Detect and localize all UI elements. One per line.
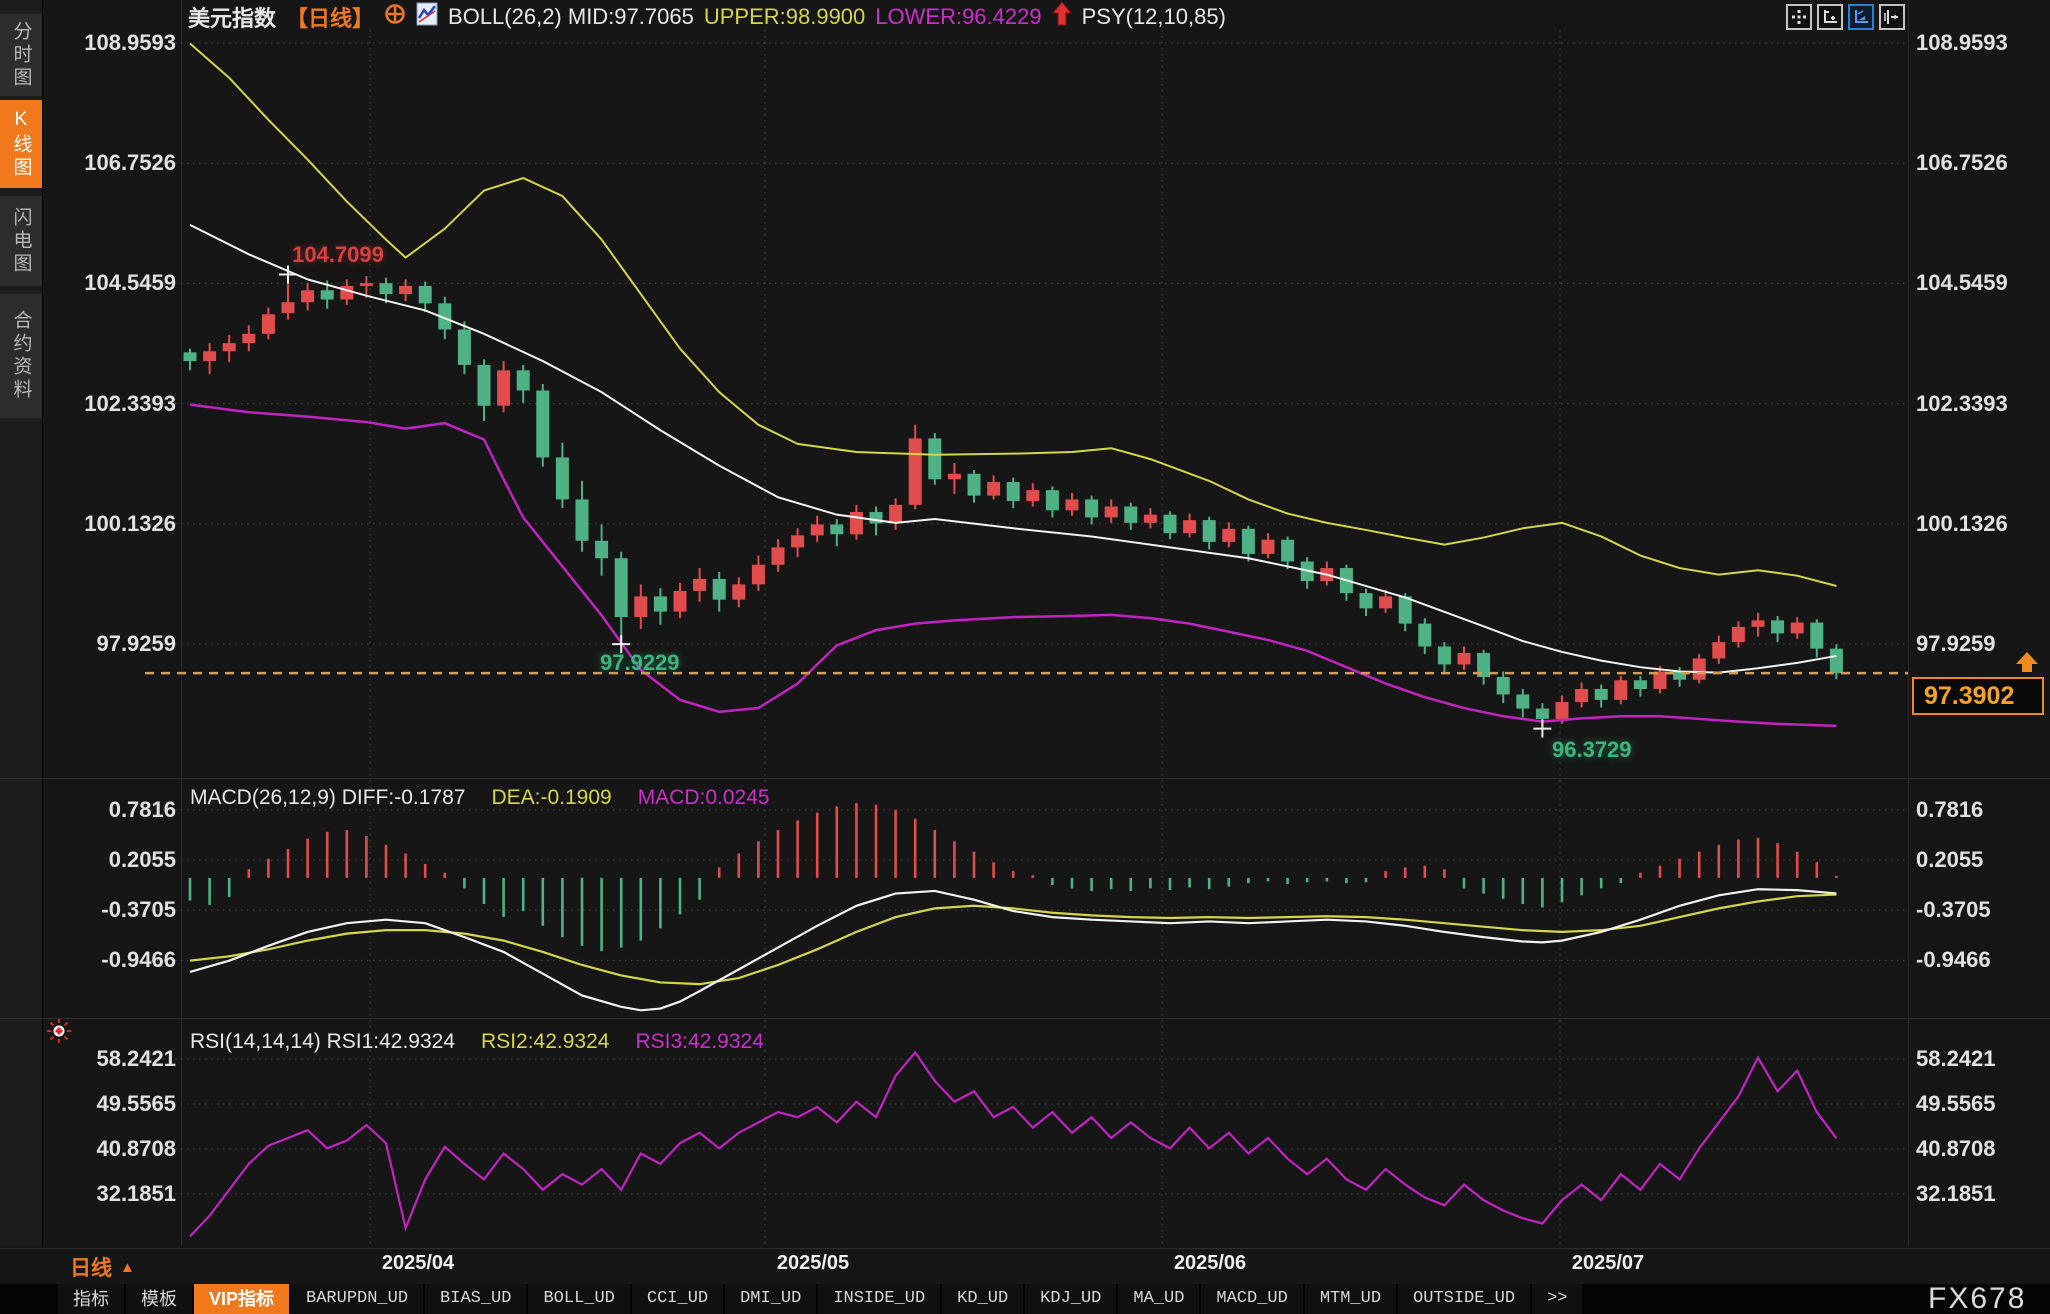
main-y-tick: 106.7526: [1916, 150, 2008, 176]
macd-dea-label: DEA:-0.1909: [491, 786, 612, 809]
macd-panel-header: MACD(26,12,9) DIFF:-0.1787 DEA:-0.1909 M…: [190, 786, 770, 810]
macd-y-tick: -0.9466: [101, 947, 176, 973]
main-y-tick: 106.7526: [84, 150, 176, 176]
low1-price-annotation: 97.9229: [600, 650, 680, 675]
axis-right-expand-button[interactable]: [1879, 4, 1905, 30]
main-y-tick: 100.1326: [84, 510, 176, 536]
price-up-arrow-icon: [2012, 650, 2042, 681]
rsi-y-tick: 58.2421: [96, 1045, 176, 1071]
tab-macd-ud[interactable]: MACD_UD: [1201, 1284, 1303, 1314]
psy-label: PSY(12,10,85): [1081, 4, 1226, 29]
tab-kd-ud[interactable]: KD_UD: [942, 1284, 1024, 1314]
tab-vip-indicators[interactable]: VIP指标: [194, 1284, 290, 1314]
x-axis-label: 2025/07: [1571, 1252, 1645, 1274]
tab-more[interactable]: >>: [1532, 1284, 1583, 1314]
brand-watermark: FX678: [1928, 1282, 2027, 1314]
trading-terminal: 分时图 K线图 闪电图 合约资料 美元指数 【日线】 BOLL(26,2) MI…: [0, 0, 2050, 1314]
x-axis-label: 2025/05: [776, 1252, 850, 1274]
rsi-layer: [189, 1050, 1838, 1238]
macd-y-tick: 0.2055: [108, 847, 176, 872]
indicator-tabbar: 指标 模板 VIP指标 BARUPDN_UD BIAS_UD BOLL_UD C…: [0, 1284, 2050, 1314]
rsi-y-tick: 40.8708: [1916, 1136, 1996, 1161]
boll-upper-label: UPPER:98.9900: [703, 4, 866, 29]
rsi-y-tick: 49.5565: [1916, 1091, 1996, 1116]
period-label: 日线: [70, 1257, 112, 1280]
rsi-y-tick: 32.1851: [1916, 1181, 1996, 1206]
chart-header: 美元指数 【日线】 BOLL(26,2) MID:97.7065 UPPER:9…: [188, 1, 1226, 33]
pan-crosshair-button[interactable]: [1786, 4, 1812, 30]
x-axis-label: 2025/06: [1173, 1252, 1247, 1274]
macd-y-tick: -0.3705: [1916, 897, 1991, 923]
tab-templates[interactable]: 模板: [126, 1284, 192, 1314]
macd-y-tick: 0.2055: [1916, 847, 1984, 872]
tab-barupdn-ud[interactable]: BARUPDN_UD: [291, 1284, 424, 1314]
tab-indicators[interactable]: 指标: [58, 1284, 124, 1314]
up-arrow-icon: [1051, 1, 1072, 33]
macd-y-tick: 0.7816: [108, 796, 176, 822]
main-y-tick: 104.5459: [1916, 270, 2008, 296]
main-y-tick: 102.3393: [84, 390, 176, 416]
chart-canvas[interactable]: [0, 0, 2050, 1314]
tab-kdj-ud[interactable]: KDJ_UD: [1025, 1284, 1117, 1314]
rsi2-label: RSI2:42.9324: [481, 1030, 610, 1053]
x-axis-label: 2025/04: [381, 1252, 455, 1274]
peak-price-annotation: 104.7099: [292, 242, 384, 267]
last-price-box: 97.3902: [1912, 677, 2044, 715]
tab-inside-ud[interactable]: INSIDE_UD: [818, 1284, 941, 1314]
rsi-y-tick: 32.1851: [96, 1181, 176, 1206]
candlestick-mode-icon[interactable]: [416, 2, 438, 32]
macd-value-label: MACD:0.0245: [637, 786, 770, 809]
candles-layer: [183, 274, 1843, 729]
rsi3-label: RSI3:42.9324: [635, 1030, 764, 1053]
rsi-panel-header: RSI(14,14,14) RSI1:42.9324 RSI2:42.9324 …: [190, 1030, 764, 1054]
tab-mtm-ud[interactable]: MTM_UD: [1304, 1284, 1397, 1314]
symbol-title: 美元指数: [188, 6, 277, 31]
macd-y-tick: -0.3705: [101, 897, 176, 923]
period-selector[interactable]: 日线 ▲: [70, 1252, 135, 1282]
main-y-tick: 102.3393: [1916, 390, 2008, 416]
tab-ma-ud[interactable]: MA_UD: [1118, 1284, 1200, 1314]
main-y-tick: 100.1326: [1916, 510, 2008, 536]
rsi1-label: RSI(14,14,14) RSI1:42.9324: [190, 1030, 456, 1053]
target-icon[interactable]: [384, 3, 406, 31]
tab-boll-ud[interactable]: BOLL_UD: [528, 1284, 630, 1314]
boll-label: BOLL(26,2) MID:97.7065: [448, 4, 694, 29]
boll-lines-layer: [189, 42, 1837, 728]
tab-dmi-ud[interactable]: DMI_UD: [725, 1284, 817, 1314]
axis-autoscroll-button[interactable]: [1848, 4, 1874, 30]
boll-lower-label: LOWER:96.4229: [875, 4, 1042, 29]
low2-price-annotation: 96.3729: [1552, 737, 1632, 762]
main-y-tick: 104.5459: [84, 270, 176, 296]
tab-cci-ud[interactable]: CCI_UD: [631, 1284, 724, 1314]
main-y-tick: 108.9593: [1916, 30, 2008, 55]
indicator-settings-icon[interactable]: [46, 1018, 72, 1049]
rsi-y-tick: 58.2421: [1916, 1045, 1996, 1071]
tab-outside-ud[interactable]: OUTSIDE_UD: [1398, 1284, 1531, 1314]
macd-y-tick: -0.9466: [1916, 947, 1991, 973]
period-tag: 【日线】: [286, 6, 375, 31]
macd-diff-label: MACD(26,12,9) DIFF:-0.1787: [190, 786, 466, 809]
main-y-tick: 97.9259: [96, 630, 176, 656]
macd-layer: [188, 802, 1838, 1012]
tab-bias-ud[interactable]: BIAS_UD: [425, 1284, 527, 1314]
rsi-y-tick: 40.8708: [96, 1136, 176, 1161]
macd-y-tick: 0.7816: [1916, 796, 1984, 822]
rsi-y-tick: 49.5565: [96, 1091, 176, 1116]
period-arrow-icon: ▲: [120, 1258, 135, 1276]
axis-scale-button[interactable]: [1817, 4, 1843, 30]
last-price-value: 97.3902: [1924, 681, 2015, 710]
main-y-tick: 108.9593: [84, 30, 176, 55]
grid-layer: [145, 30, 1908, 1246]
